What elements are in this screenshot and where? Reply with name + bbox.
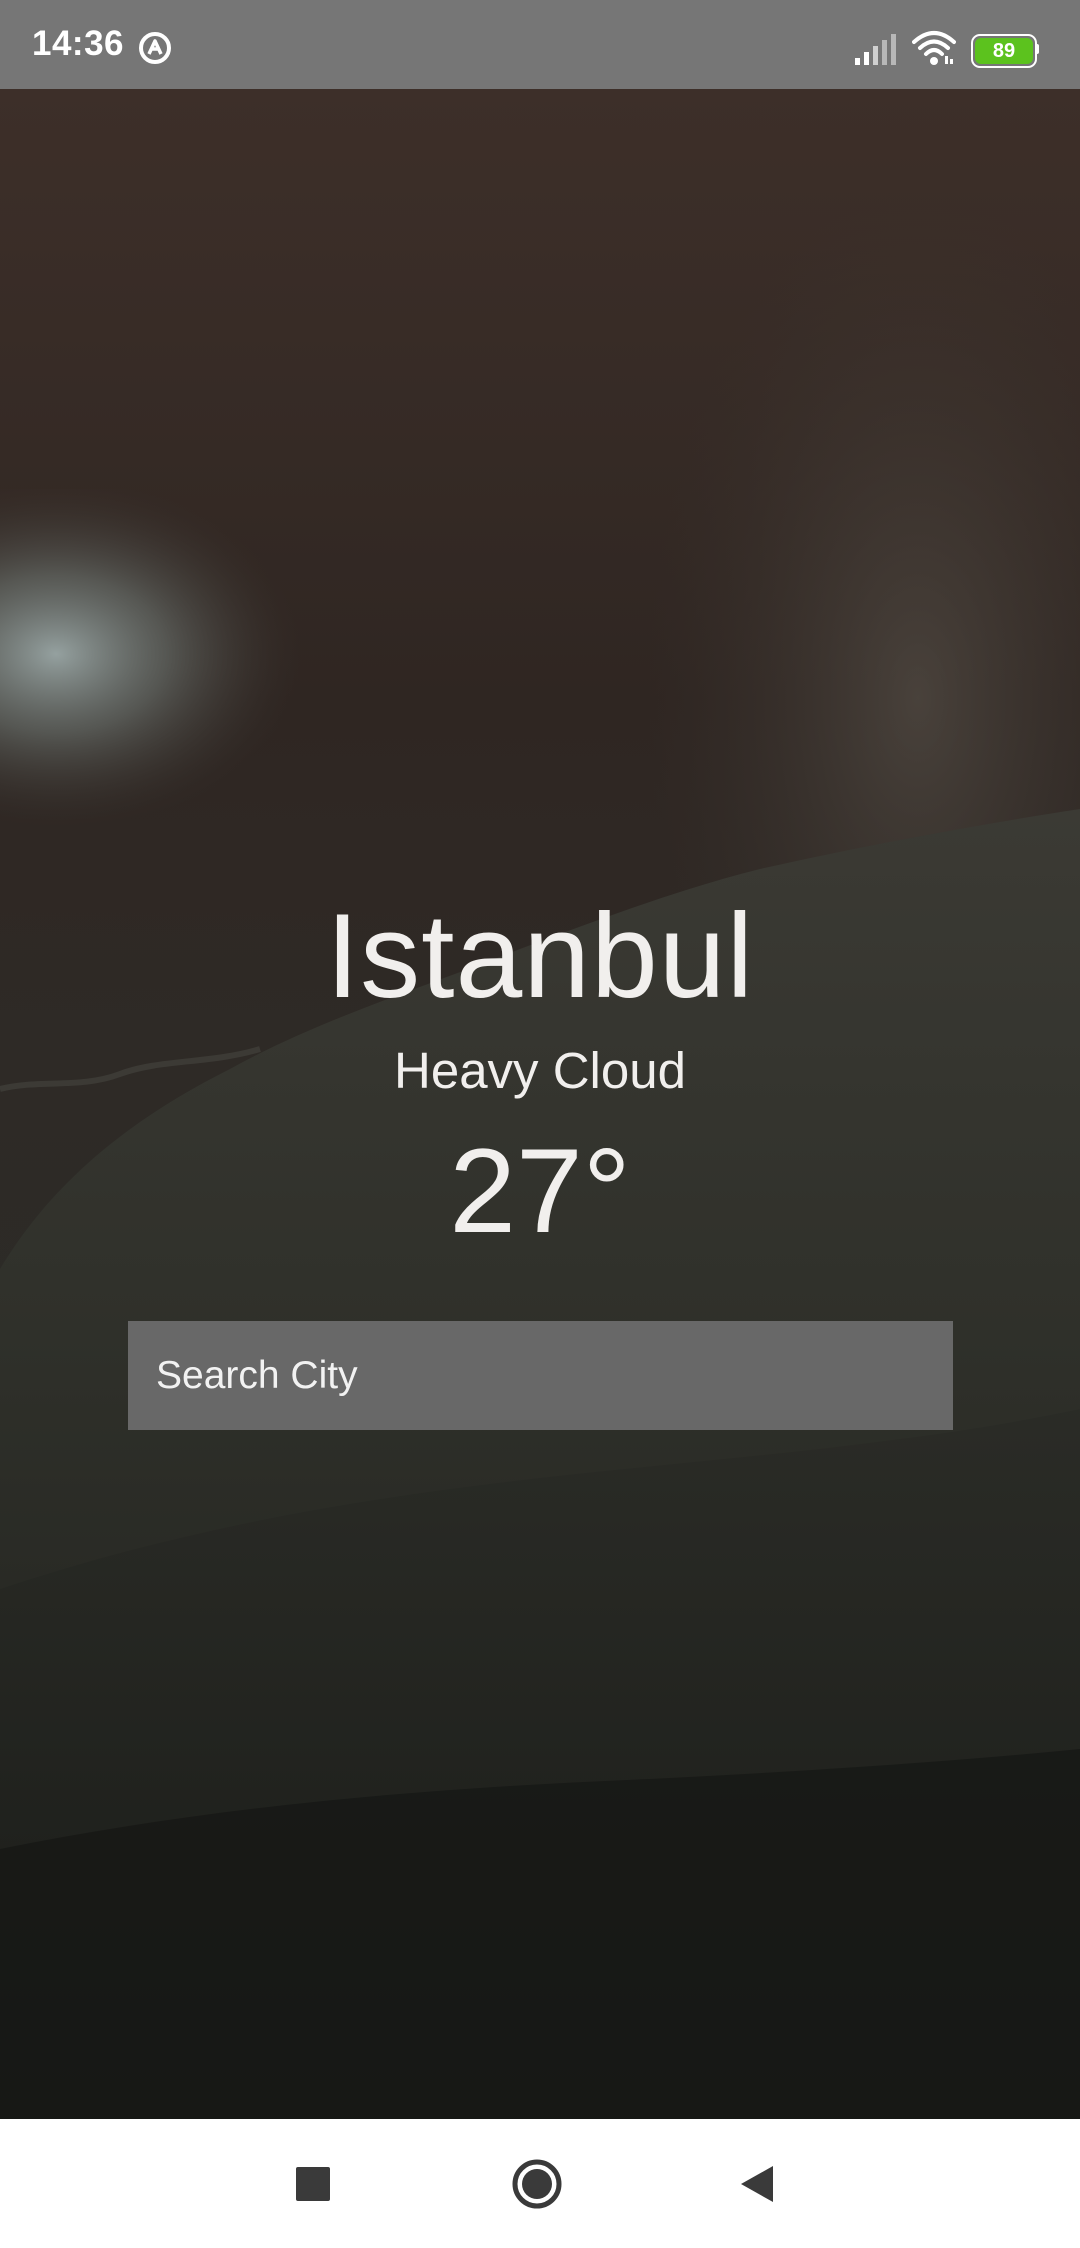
wifi-icon [912, 31, 956, 65]
home-button[interactable] [500, 2147, 574, 2221]
mountain-background [0, 89, 1080, 2119]
back-triangle-icon [741, 2166, 773, 2202]
battery-icon: 89 [971, 34, 1039, 68]
back-button[interactable] [720, 2147, 794, 2221]
recents-button[interactable] [276, 2147, 350, 2221]
battery-cap [1035, 44, 1039, 54]
temperature: 27° [449, 1124, 631, 1258]
app-notification-icon [139, 32, 171, 64]
recents-square-icon [296, 2167, 330, 2201]
weather-condition: Heavy Cloud [394, 1042, 686, 1099]
battery-body: 89 [971, 34, 1037, 68]
search-city-input[interactable] [128, 1321, 953, 1430]
status-time: 14:36 [32, 24, 125, 63]
weather-background-image [0, 89, 1080, 2119]
battery-level: 89 [975, 38, 1033, 64]
city-name: Istanbul [325, 889, 755, 1023]
signal-icon [855, 34, 896, 65]
status-bar: 14:36 89 [0, 0, 1080, 89]
navigation-bar [0, 2119, 1080, 2248]
home-circle-icon [512, 2159, 562, 2209]
